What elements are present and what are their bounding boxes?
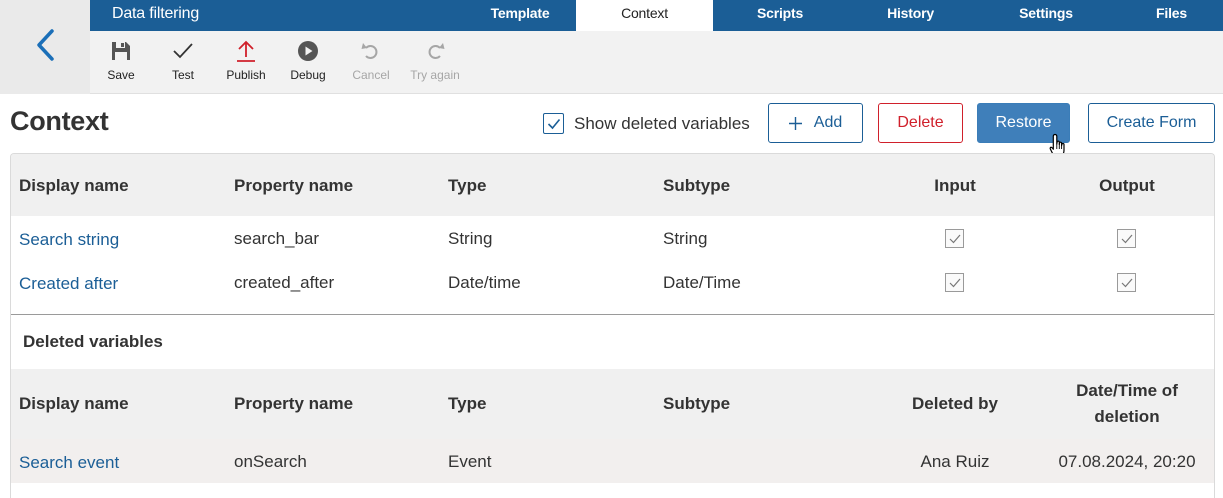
checkmark-icon [949,234,960,243]
col-type: Type [448,394,487,413]
section-divider [11,314,1214,315]
page-title: Context [10,106,109,136]
col-subtype: Subtype [663,176,731,195]
show-deleted-checkbox[interactable]: Show deleted variables [543,113,750,134]
col-subtype: Subtype [663,394,731,413]
delete-label: Delete [897,114,944,131]
checkbox-checked-icon [543,113,564,134]
save-button[interactable]: Save [91,37,151,89]
col-deleted-by: Deleted by [912,394,998,413]
checkmark-icon [1121,278,1132,287]
checkmark-icon [1121,234,1132,243]
debug-button[interactable]: Debug [278,37,338,89]
output-checkbox[interactable] [1117,273,1136,292]
deleted-header-row: Display name Property name Type Subtype … [11,369,1214,439]
col-display-name: Display name [19,176,129,195]
tab-settings[interactable]: Settings [990,0,1102,31]
title-bar: Data filtering Template Context Scripts … [90,0,1223,31]
test-button[interactable]: Test [153,37,213,89]
table-row: Created after created_after Date/time Da… [11,260,1214,304]
floppy-disk-icon [91,37,151,65]
context-table-panel: Display name Property name Type Subtype … [10,153,1215,498]
property-name-cell: created_after [234,273,335,292]
deleted-variable-link[interactable]: Search event [19,453,119,473]
tab-history[interactable]: History [853,0,968,31]
input-checkbox[interactable] [945,229,964,248]
deleted-variables-title: Deleted variables [23,332,163,351]
add-label: Add [813,114,843,131]
col-deletion-date: Date/Time of deletion [1047,381,1207,427]
publish-label: Publish [226,68,266,82]
checkmark-icon [153,37,213,65]
variables-header-row: Display name Property name Type Subtype … [11,154,1214,216]
subtype-cell: String [663,229,708,248]
col-deletion-date-line2: deletion [1094,407,1160,426]
type-cell: Date/time [448,273,521,292]
col-type: Type [448,176,487,195]
cancel-button[interactable]: Cancel [341,37,401,89]
try-again-button[interactable]: Try again [405,37,465,89]
deleted-by-cell: Ana Ruiz [920,452,990,471]
property-name-cell: onSearch [234,452,307,471]
col-output: Output [1099,176,1155,195]
try-again-label: Try again [410,68,460,82]
type-cell: String [448,229,493,248]
table-row: Search string search_bar String String [11,216,1214,260]
col-deletion-date-line1: Date/Time of [1076,381,1178,400]
create-form-label: Create Form [1106,114,1197,131]
delete-button[interactable]: Delete [878,103,963,143]
add-button[interactable]: Add [768,103,863,143]
toolbar: Save Test Publish Debug Cancel Try again [90,31,1223,94]
publish-button[interactable]: Publish [216,37,276,89]
app-title: Data filtering [112,5,200,22]
save-label: Save [107,68,135,82]
cancel-label: Cancel [352,68,390,82]
table-row: Search event onSearch Event Ana Ruiz 07.… [11,439,1214,483]
tab-scripts[interactable]: Scripts [720,0,840,31]
subtype-cell: Date/Time [663,273,741,292]
variable-link[interactable]: Search string [19,230,119,250]
deletion-date-cell: 07.08.2024, 20:20 [1058,452,1196,471]
tab-context[interactable]: Context [576,0,713,31]
play-circle-icon [278,37,338,65]
chevron-left-icon [34,28,56,67]
col-property-name: Property name [234,394,354,413]
property-name-cell: search_bar [234,229,320,248]
create-form-button[interactable]: Create Form [1088,103,1215,143]
test-label: Test [171,68,194,82]
tab-files[interactable]: Files [1120,0,1223,31]
restore-label: Restore [995,114,1052,131]
col-input: Input [934,176,976,195]
type-cell: Event [448,452,492,471]
plus-icon [788,116,802,130]
output-checkbox[interactable] [1117,229,1136,248]
back-button[interactable] [0,0,90,94]
undo-icon [341,37,401,65]
checkmark-icon [949,278,960,287]
col-display-name: Display name [19,394,129,413]
col-property-name: Property name [234,176,354,195]
tab-template[interactable]: Template [466,0,574,31]
redo-icon [405,37,465,65]
show-deleted-label: Show deleted variables [574,113,750,133]
upload-arrow-icon [216,37,276,65]
variable-link[interactable]: Created after [19,274,118,294]
input-checkbox[interactable] [945,273,964,292]
debug-label: Debug [290,68,326,82]
